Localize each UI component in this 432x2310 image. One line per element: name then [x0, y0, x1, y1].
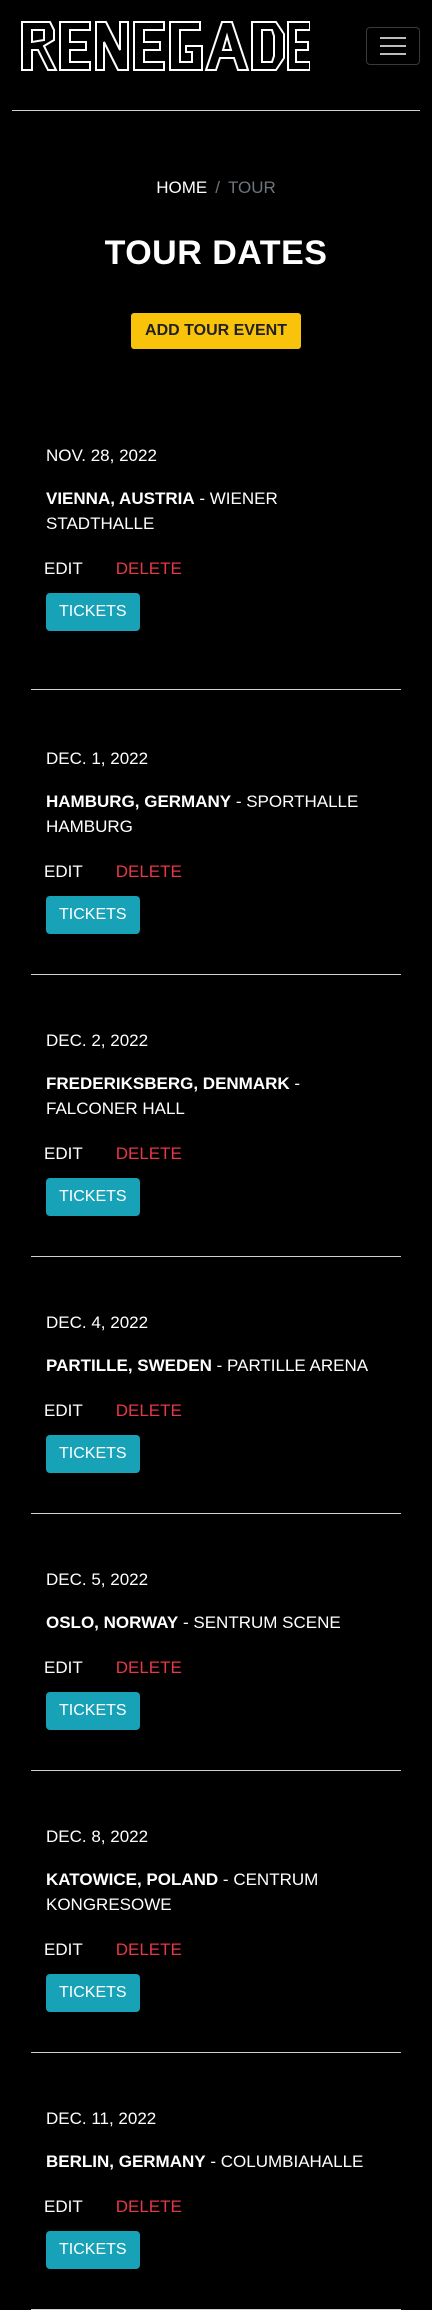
event-venue: FALCONER HALL — [46, 1099, 185, 1118]
event-actions: EDIT DELETE — [44, 1657, 386, 1679]
renegade-logo[interactable] — [20, 20, 310, 72]
delete-link[interactable]: DELETE — [116, 1144, 182, 1163]
event-date: DEC. 1, 2022 — [46, 749, 149, 768]
event-venue-separator: - — [178, 1613, 194, 1632]
event-city: PARTILLE, SWEDEN — [46, 1356, 212, 1375]
delete-link[interactable]: DELETE — [116, 1940, 182, 1959]
event-city: OSLO, NORWAY — [46, 1613, 179, 1632]
event-venue: COLUMBIAHALLE — [220, 2152, 364, 2171]
tickets-button[interactable]: TICKETS — [46, 2231, 140, 2269]
event-date: DEC. 2, 2022 — [46, 1031, 149, 1050]
edit-link[interactable]: EDIT — [44, 1658, 83, 1677]
event-date: DEC. 5, 2022 — [46, 1570, 149, 1589]
event-actions: EDIT DELETE — [44, 1143, 386, 1165]
event-location: VIENNA, AUSTRIA - WIENER STADTHALLE — [46, 486, 386, 536]
event-date: NOV. 28, 2022 — [46, 446, 157, 465]
edit-link[interactable]: EDIT — [44, 1144, 83, 1163]
tour-event-item: DEC. 8, 2022 KATOWICE, POLAND - CENTRUM K… — [31, 1771, 401, 2053]
event-date: DEC. 4, 2022 — [46, 1313, 149, 1332]
hamburger-menu-button[interactable] — [366, 27, 420, 65]
event-city: BERLIN, GERMANY — [46, 2152, 206, 2171]
tickets-button[interactable]: TICKETS — [46, 1974, 140, 2012]
event-date: DEC. 8, 2022 — [46, 1827, 149, 1846]
tour-event-item: DEC. 1, 2022 HAMBURG, GERMANY - SPORTHALL… — [31, 690, 401, 975]
delete-link[interactable]: DELETE — [116, 1658, 182, 1677]
tour-event-item: DEC. 4, 2022 PARTILLE, SWEDEN - PARTILLE … — [31, 1257, 401, 1514]
event-venue-separator: - — [194, 489, 210, 508]
edit-link[interactable]: EDIT — [44, 1940, 83, 1959]
event-actions: EDIT DELETE — [44, 861, 386, 883]
event-location: OSLO, NORWAY - SENTRUM SCENE — [46, 1610, 386, 1635]
event-location: HAMBURG, GERMANY - SPORTHALLE HAMBURG — [46, 789, 386, 839]
tickets-button[interactable]: TICKETS — [46, 593, 140, 631]
tour-events-list: NOV. 28, 2022 VIENNA, AUSTRIA - WIENER ST… — [31, 445, 401, 2310]
delete-link[interactable]: DELETE — [116, 2197, 182, 2216]
event-city: HAMBURG, GERMANY — [46, 792, 232, 811]
menu-icon-bar — [380, 37, 406, 39]
edit-link[interactable]: EDIT — [44, 862, 83, 881]
event-city: VIENNA, AUSTRIA — [46, 489, 195, 508]
breadcrumb: HOME / TOUR — [0, 178, 432, 200]
event-venue: SENTRUM SCENE — [193, 1613, 341, 1632]
page-title: TOUR DATES — [104, 234, 328, 272]
event-location: BERLIN, GERMANY - COLUMBIAHALLE — [46, 2149, 386, 2174]
event-actions: EDIT DELETE — [44, 558, 386, 580]
event-venue-separator: - — [218, 1870, 234, 1889]
event-city: KATOWICE, POLAND — [46, 1870, 219, 1889]
tour-event-item: DEC. 5, 2022 OSLO, NORWAY - SENTRUM SCENE… — [31, 1514, 401, 1771]
event-venue-separator: - — [205, 2152, 221, 2171]
tickets-button[interactable]: TICKETS — [46, 896, 140, 934]
event-actions: EDIT DELETE — [44, 2196, 386, 2218]
site-header — [12, 0, 420, 111]
edit-link[interactable]: EDIT — [44, 559, 83, 578]
event-venue: PARTILLE ARENA — [227, 1356, 369, 1375]
tickets-button[interactable]: TICKETS — [46, 1435, 140, 1473]
event-location: PARTILLE, SWEDEN - PARTILLE ARENA — [46, 1353, 386, 1378]
event-venue-separator: - — [289, 1074, 301, 1093]
tour-event-item: DEC. 2, 2022 FREDERIKSBERG, DENMARK - FAL… — [31, 975, 401, 1257]
delete-link[interactable]: DELETE — [116, 559, 182, 578]
event-city: FREDERIKSBERG, DENMARK — [46, 1074, 290, 1093]
tour-event-item: DEC. 11, 2022 BERLIN, GERMANY - COLUMBIAH… — [31, 2053, 401, 2310]
menu-icon-bar — [380, 53, 406, 55]
add-tour-event-button[interactable]: ADD TOUR EVENT — [131, 313, 301, 349]
event-venue-separator: - — [211, 1356, 228, 1375]
tickets-button[interactable]: TICKETS — [46, 1178, 140, 1216]
menu-icon-bar — [380, 45, 406, 47]
edit-link[interactable]: EDIT — [44, 1401, 83, 1420]
breadcrumb-home-link[interactable]: HOME — [156, 178, 207, 197]
event-location: FREDERIKSBERG, DENMARK - FALCONER HALL — [46, 1071, 386, 1121]
event-date: DEC. 11, 2022 — [46, 2109, 157, 2128]
event-actions: EDIT DELETE — [44, 1939, 386, 1961]
delete-link[interactable]: DELETE — [116, 862, 182, 881]
tickets-button[interactable]: TICKETS — [46, 1692, 140, 1730]
delete-link[interactable]: DELETE — [116, 1401, 182, 1420]
edit-link[interactable]: EDIT — [44, 2197, 83, 2216]
event-location: KATOWICE, POLAND - CENTRUM KONGRESOWE — [46, 1867, 386, 1917]
event-actions: EDIT DELETE — [44, 1400, 386, 1422]
tour-event-item: NOV. 28, 2022 VIENNA, AUSTRIA - WIENER ST… — [31, 445, 401, 690]
breadcrumb-separator: / — [215, 178, 220, 197]
event-venue-separator: - — [231, 792, 247, 811]
breadcrumb-current: TOUR — [227, 178, 276, 197]
